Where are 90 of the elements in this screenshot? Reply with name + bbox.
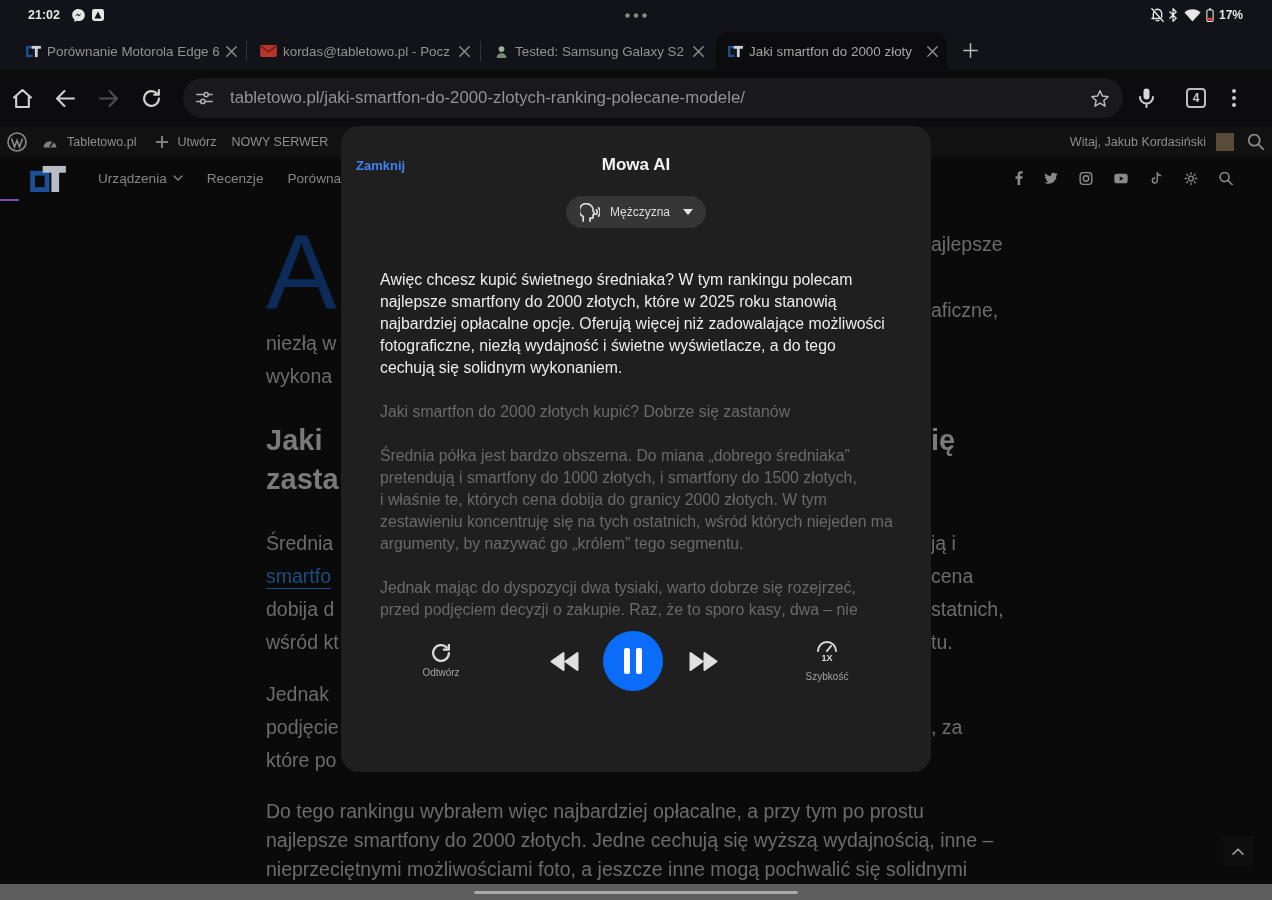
browser-tab[interactable]: Porównanie Motorola Edge 6 bbox=[14, 32, 245, 70]
drop-cap: A bbox=[266, 218, 337, 324]
back-arrow-icon[interactable] bbox=[56, 88, 75, 108]
new-link[interactable]: Utwórz bbox=[155, 134, 217, 149]
article-text: statnich, bbox=[931, 597, 1004, 622]
nav-link[interactable]: Urządzenia bbox=[98, 170, 183, 186]
more-dots-icon[interactable] bbox=[624, 12, 647, 18]
person-icon bbox=[494, 44, 509, 58]
article-text: Średnia bbox=[266, 530, 334, 556]
nav-link[interactable]: Porówna bbox=[287, 170, 342, 186]
pause-button[interactable] bbox=[603, 631, 663, 691]
article-text: wśród kt bbox=[266, 630, 339, 655]
search-icon[interactable] bbox=[1248, 133, 1264, 150]
menu-icon[interactable] bbox=[1232, 89, 1236, 107]
wifi-icon bbox=[1183, 8, 1201, 22]
plus-icon[interactable] bbox=[963, 43, 978, 58]
facebook-icon[interactable] bbox=[1015, 171, 1023, 185]
article-paragraph: Do tego rankingu wybrałem więc najbardziej opłacalne, a przy tym po prostu najlepsze smartfony do 2000 złotych. Jedne cechują się wyższą wydajnością, inne – nieprzeciętnymi możliwościami foto, a jeszcze inne mogą pochwalić się solidnymi bbox=[266, 799, 995, 882]
tiktok-icon[interactable] bbox=[1149, 171, 1163, 185]
reload-icon[interactable] bbox=[142, 88, 161, 108]
article-heading: zasta bbox=[266, 462, 339, 497]
battery-icon bbox=[1205, 8, 1214, 22]
article-text: ją i bbox=[931, 531, 956, 556]
close-icon[interactable] bbox=[693, 45, 704, 57]
clock-time: 21:02 bbox=[28, 8, 60, 22]
close-icon[interactable] bbox=[927, 45, 938, 57]
admin-link[interactable]: NOWY SERWER bbox=[231, 134, 329, 149]
navigation-handle[interactable] bbox=[474, 890, 798, 894]
article-text: podjęcie bbox=[266, 715, 339, 740]
microphone-icon[interactable] bbox=[1139, 88, 1154, 108]
article-text: Jednak bbox=[266, 682, 329, 707]
article-text: aficzne, bbox=[931, 298, 999, 323]
star-icon[interactable] bbox=[1091, 89, 1109, 107]
transcript-paragraph: Jednak mając do dyspozycji dwa tysiaki, warto dobrze się rozejrzeć, przed podjęciem decyzji o zakupie. Raz, że to sporo kasy, dwa – nie bbox=[380, 578, 859, 620]
speed-button[interactable]: 1X Szybkość bbox=[797, 640, 857, 682]
search-icon[interactable] bbox=[1219, 171, 1233, 185]
transcript-paragraph: Średnia półka jest bardzo obszerna. Do miana „dobrego średniaka” pretendują i smartfony do 1000 złotych, i smartfony do 1500 złotych, i właśnie te, których cena dobija do granicy 2000 złotych. W tym zestawieniu koncentruję się na tych ostatnich, wśród których niejeden ma argumenty, by nazywać go „królem” tego segmentu. bbox=[380, 445, 894, 554]
envelope-icon bbox=[260, 45, 277, 57]
plus-icon bbox=[155, 135, 168, 148]
fast-forward-icon bbox=[688, 650, 718, 672]
app-notification-icon bbox=[92, 9, 104, 21]
site-logo[interactable] bbox=[30, 164, 67, 192]
replay-icon bbox=[432, 644, 450, 662]
rewind-icon bbox=[549, 650, 579, 672]
close-link[interactable]: Zamknij bbox=[356, 157, 406, 173]
logo-favicon-icon bbox=[26, 44, 41, 58]
speaking-head-icon bbox=[580, 202, 600, 222]
browser-tab[interactable]: Tested: Samsung Galaxy S2 bbox=[482, 32, 713, 70]
replay-button[interactable]: Odtwórz bbox=[411, 644, 471, 678]
instagram-icon[interactable] bbox=[1079, 171, 1093, 185]
youtube-icon[interactable] bbox=[1114, 171, 1128, 185]
speedometer-icon bbox=[817, 640, 837, 652]
article-heading: ię bbox=[931, 423, 956, 458]
tab-switcher-button[interactable]: 4 bbox=[1186, 88, 1206, 108]
article-heading: Jaki bbox=[266, 423, 323, 458]
transcript-paragraph: Awięc chcesz kupić świetnego średniaka? W tym rankingu polecam najlepsze smartfony do 2000 złotych, które w 2025 roku stanowią najbardziej opłacalne opcje. Oferują więcej niż zadowalające możliwości fotograficzne, niezłą wydajność i świetne wyświetlacze, a do tego cechują się solidnym wykonaniem. bbox=[380, 270, 886, 378]
tune-icon[interactable] bbox=[196, 91, 213, 105]
nav-link[interactable]: Recenzje bbox=[206, 170, 264, 186]
chevron-up-icon bbox=[1232, 847, 1244, 855]
bell-off-icon bbox=[1150, 8, 1164, 22]
browser-tab[interactable]: Jaki smartfon do 2000 złoty bbox=[716, 32, 947, 70]
account-link[interactable]: Witaj, Jakub Kordasiński bbox=[1069, 132, 1234, 151]
chevron-down-icon bbox=[172, 175, 183, 181]
article-text: ajlepsze bbox=[931, 232, 1003, 257]
transcript-paragraph: Jaki smartfon do 2000 złotych kupić? Dobrze się zastanów bbox=[380, 402, 792, 422]
dialog-title: Mowa AI bbox=[601, 155, 671, 175]
article-text: cena bbox=[931, 564, 974, 589]
sun-icon[interactable] bbox=[1184, 171, 1198, 185]
article-text: , za bbox=[931, 715, 963, 740]
battery-percent: 17% bbox=[1218, 8, 1243, 22]
bluetooth-icon bbox=[1168, 8, 1177, 22]
caret-icon bbox=[683, 209, 693, 215]
site-link[interactable]: Tabletowo.pl bbox=[42, 134, 137, 149]
w-logo-icon[interactable] bbox=[7, 131, 27, 152]
twitter-icon[interactable] bbox=[1044, 171, 1058, 185]
address-bar[interactable]: tabletowo.pl/jaki-smartfon-do-2000-zlotych-ranking-polecane-modele/ bbox=[183, 78, 1123, 118]
article-text: niezłą w bbox=[266, 331, 337, 356]
article-text: wykona bbox=[266, 364, 333, 389]
chat-bubble-icon bbox=[72, 8, 85, 22]
scroll-top-button[interactable] bbox=[1223, 836, 1253, 866]
logo-favicon-icon bbox=[728, 44, 743, 58]
article-text: dobija d bbox=[266, 597, 335, 622]
home-icon[interactable] bbox=[13, 88, 32, 108]
browser-tab[interactable]: kordas@tabletowo.pl - Pocz bbox=[248, 32, 479, 70]
close-icon[interactable] bbox=[459, 45, 470, 57]
article-text: tu. bbox=[931, 630, 953, 655]
avatar-placeholder bbox=[1216, 132, 1234, 151]
article-text: które po bbox=[266, 748, 337, 773]
close-icon[interactable] bbox=[225, 45, 237, 57]
voice-dropdown[interactable]: Mężczyzna bbox=[566, 196, 706, 228]
